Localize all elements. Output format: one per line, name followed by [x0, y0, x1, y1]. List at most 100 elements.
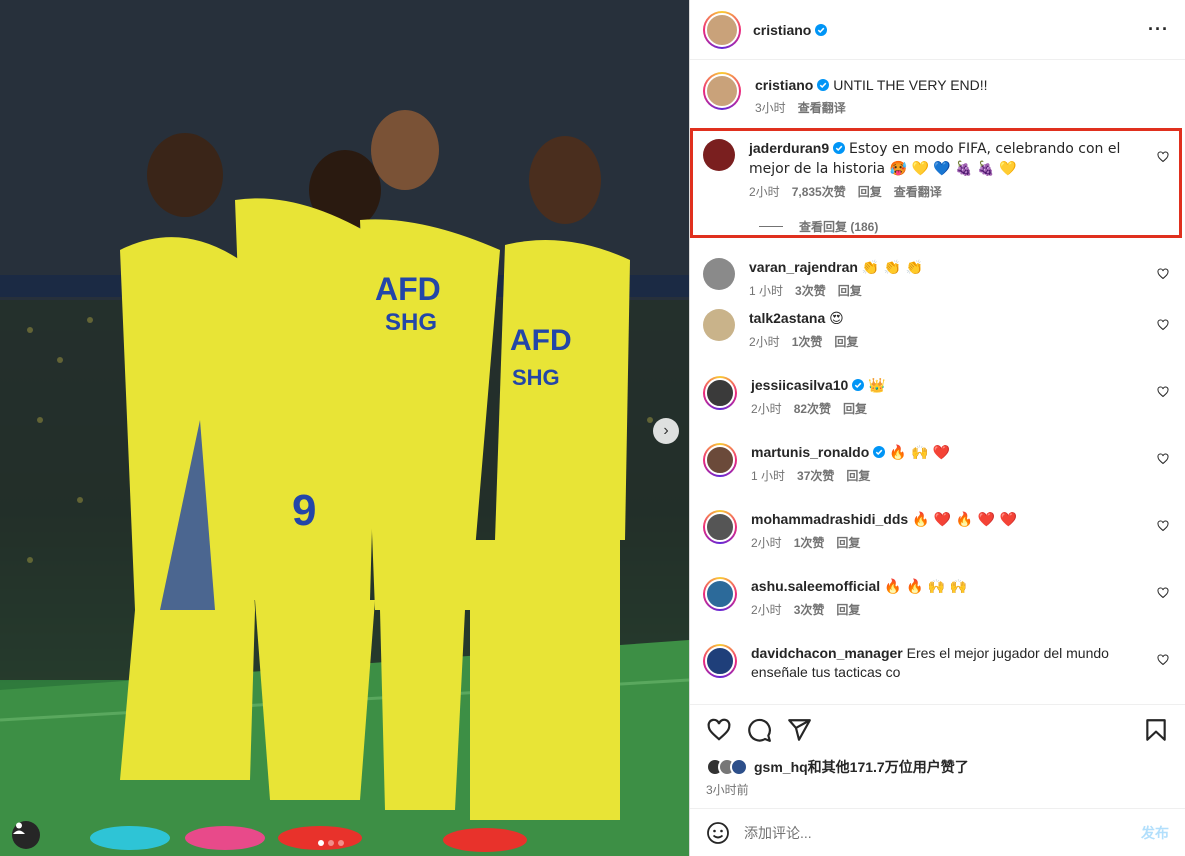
like-comment-icon[interactable]: [1157, 587, 1169, 599]
comment-item: talk2astana 😍 2小时 1次赞 回复: [703, 305, 1169, 372]
likes-summary[interactable]: gsm_hq和其他171.7万位用户赞了: [706, 757, 1169, 777]
comments-list[interactable]: cristiano UNTIL THE VERY END!! 3小时 查看翻译 …: [690, 60, 1185, 704]
reply-button[interactable]: 回复: [834, 333, 858, 352]
author-avatar[interactable]: [703, 10, 741, 49]
post-media[interactable]: 9 AFD SHG AFD SHG ›: [0, 0, 689, 856]
comment-avatar[interactable]: [703, 309, 735, 341]
comment-time: 2小时: [751, 603, 782, 617]
comment-likes[interactable]: 3次赞: [794, 601, 825, 620]
post-comment-button[interactable]: 发布: [1141, 823, 1169, 843]
svg-text:AFD: AFD: [510, 324, 572, 357]
view-replies-button[interactable]: 查看回复 (186): [759, 218, 1169, 235]
comment-likes[interactable]: 1次赞: [794, 534, 825, 553]
comment-item: davidchacon_manager Eres el mejor jugado…: [703, 640, 1169, 704]
comment-avatar[interactable]: [703, 258, 735, 290]
comment-username[interactable]: martunis_ronaldo: [751, 444, 869, 460]
comment-time: 2小时: [751, 402, 782, 416]
post-timestamp[interactable]: 3小时前: [706, 781, 1169, 798]
like-comment-icon[interactable]: [1157, 151, 1169, 163]
view-replies-label: 查看回复 (186): [799, 220, 879, 234]
reply-button[interactable]: 回复: [836, 534, 860, 553]
tagged-users-button[interactable]: [12, 821, 40, 849]
comment-username[interactable]: varan_rajendran: [749, 259, 858, 275]
like-comment-icon[interactable]: [1157, 654, 1169, 666]
comment-text: 👏 👏 👏: [861, 260, 924, 276]
comment-time: 2小时: [749, 185, 780, 199]
comment-likes[interactable]: 1次赞: [792, 333, 823, 352]
comment-avatar[interactable]: [703, 510, 737, 544]
post-side-panel: cristiano ··· cristiano UNTIL THE VERY E…: [689, 0, 1185, 856]
next-photo-button[interactable]: ›: [653, 418, 679, 444]
comment-username[interactable]: jessiicasilva10: [751, 377, 848, 393]
likes-text: gsm_hq和其他171.7万位用户赞了: [754, 759, 969, 775]
comment-avatar[interactable]: [703, 644, 737, 678]
verified-badge-icon: [833, 142, 846, 154]
liker-avatar: [730, 758, 748, 776]
comment-input[interactable]: [744, 824, 1141, 841]
comment-likes[interactable]: 37次赞: [797, 467, 834, 486]
reply-divider: [759, 226, 783, 227]
comment-username[interactable]: talk2astana: [749, 310, 825, 326]
verified-badge-icon: [873, 446, 886, 458]
comment-time: 2小时: [751, 536, 782, 550]
like-comment-icon[interactable]: [1157, 386, 1169, 398]
verified-badge-icon: [815, 23, 828, 36]
comment-text: 🔥 ❤️ 🔥 ❤️ ❤️: [912, 512, 1018, 528]
comment-text: 👑: [868, 378, 886, 394]
comment-time: 1 小时: [751, 469, 786, 483]
like-comment-icon[interactable]: [1157, 319, 1169, 331]
share-icon[interactable]: [786, 717, 812, 743]
bookmark-icon[interactable]: [1143, 717, 1169, 743]
comment-likes[interactable]: 7,835次赞: [792, 183, 846, 202]
svg-text:AFD: AFD: [375, 271, 441, 307]
post-photo: 9 AFD SHG AFD SHG: [0, 0, 689, 856]
see-translation-button[interactable]: 查看翻译: [798, 99, 846, 118]
reply-button[interactable]: 回复: [836, 601, 860, 620]
reply-button[interactable]: 回复: [838, 282, 862, 301]
highlighted-comment: jaderduran9 Estoy en modo FIFA, celebran…: [690, 128, 1182, 238]
caption-time: 3小时: [755, 101, 786, 115]
like-comment-icon[interactable]: [1157, 520, 1169, 532]
more-options-button[interactable]: ···: [1148, 19, 1169, 40]
comment-username[interactable]: davidchacon_manager: [751, 645, 903, 661]
comment-text: 😍: [829, 311, 844, 327]
caption-username[interactable]: cristiano: [755, 77, 813, 93]
comment-avatar[interactable]: [703, 443, 737, 477]
author-username[interactable]: cristiano: [753, 22, 811, 38]
reply-button[interactable]: 回复: [843, 400, 867, 419]
reply-button[interactable]: 回复: [846, 467, 870, 486]
verified-badge-icon: [852, 379, 865, 391]
like-comment-icon[interactable]: [1157, 453, 1169, 465]
like-comment-icon[interactable]: [1157, 268, 1169, 280]
comment-username[interactable]: jaderduran9: [749, 140, 829, 156]
comment-username[interactable]: mohammadrashidi_dds: [751, 511, 908, 527]
comment-icon[interactable]: [746, 717, 772, 743]
see-translation-button[interactable]: 查看翻译: [894, 183, 942, 202]
chevron-right-icon: ›: [663, 422, 669, 439]
caption-avatar[interactable]: [703, 72, 741, 110]
comment-item: martunis_ronaldo 🔥 🙌 ❤️ 1 小时 37次赞 回复: [703, 439, 1169, 506]
comment-time: 2小时: [749, 335, 780, 349]
svg-text:SHG: SHG: [512, 365, 560, 390]
liker-avatars: [706, 758, 748, 776]
comment-likes[interactable]: 3次赞: [795, 282, 826, 301]
carousel-indicator: [318, 840, 344, 846]
carousel-dot: [318, 840, 324, 846]
post-caption: cristiano UNTIL THE VERY END!! 3小时 查看翻译: [703, 60, 1169, 128]
comment-avatar[interactable]: [703, 139, 735, 171]
comment-text: 🔥 🙌 ❤️: [889, 445, 951, 461]
post-actions: gsm_hq和其他171.7万位用户赞了 3小时前: [690, 704, 1185, 808]
carousel-dot: [328, 840, 334, 846]
comment-username[interactable]: ashu.saleemofficial: [751, 578, 880, 594]
carousel-dot: [338, 840, 344, 846]
comment-avatar[interactable]: [703, 577, 737, 611]
comment-item: mohammadrashidi_dds 🔥 ❤️ 🔥 ❤️ ❤️ 2小时 1次赞…: [703, 506, 1169, 573]
reply-button[interactable]: 回复: [858, 183, 882, 202]
comment-item: ashu.saleemofficial 🔥 🔥 🙌 🙌 2小时 3次赞 回复: [703, 573, 1169, 640]
comment-avatar[interactable]: [703, 376, 737, 410]
comment-text: 🔥 🔥 🙌 🙌: [884, 579, 968, 595]
emoji-icon[interactable]: [706, 821, 730, 845]
comment-likes[interactable]: 82次赞: [794, 400, 831, 419]
like-icon[interactable]: [706, 717, 732, 743]
caption-text: UNTIL THE VERY END!!: [833, 77, 988, 93]
